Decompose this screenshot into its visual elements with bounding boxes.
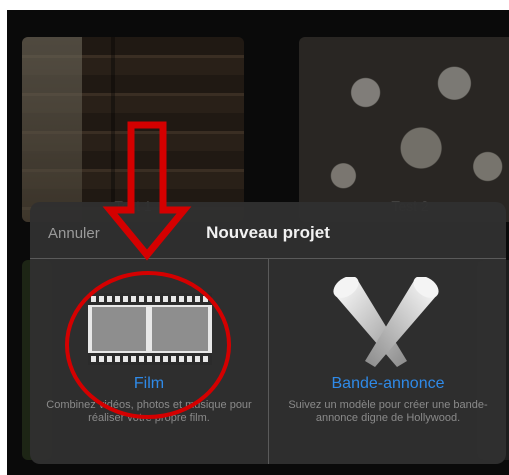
film-label: Film [133, 375, 165, 392]
new-project-sheet: Annuler Nouveau projet Film Combinez vid… [30, 202, 506, 464]
trailer-label: Bande-annonce [331, 375, 445, 392]
trailer-option[interactable]: Bande-annonce Suivez un modèle pour crée… [269, 259, 507, 464]
film-strip-icon [88, 293, 212, 365]
sheet-title: Nouveau projet [206, 223, 330, 242]
project-thumbnail-1[interactable]: Test 1 [22, 37, 244, 222]
film-option[interactable]: Film Combinez vidéos, photos et musique … [30, 259, 268, 464]
project-thumbnail-2[interactable]: Test 2 [299, 37, 509, 222]
spotlights-icon [333, 277, 439, 367]
trailer-description: Suivez un modèle pour créer une bande-an… [288, 399, 488, 424]
film-description: Combinez vidéos, photos et musique pour … [46, 399, 252, 424]
